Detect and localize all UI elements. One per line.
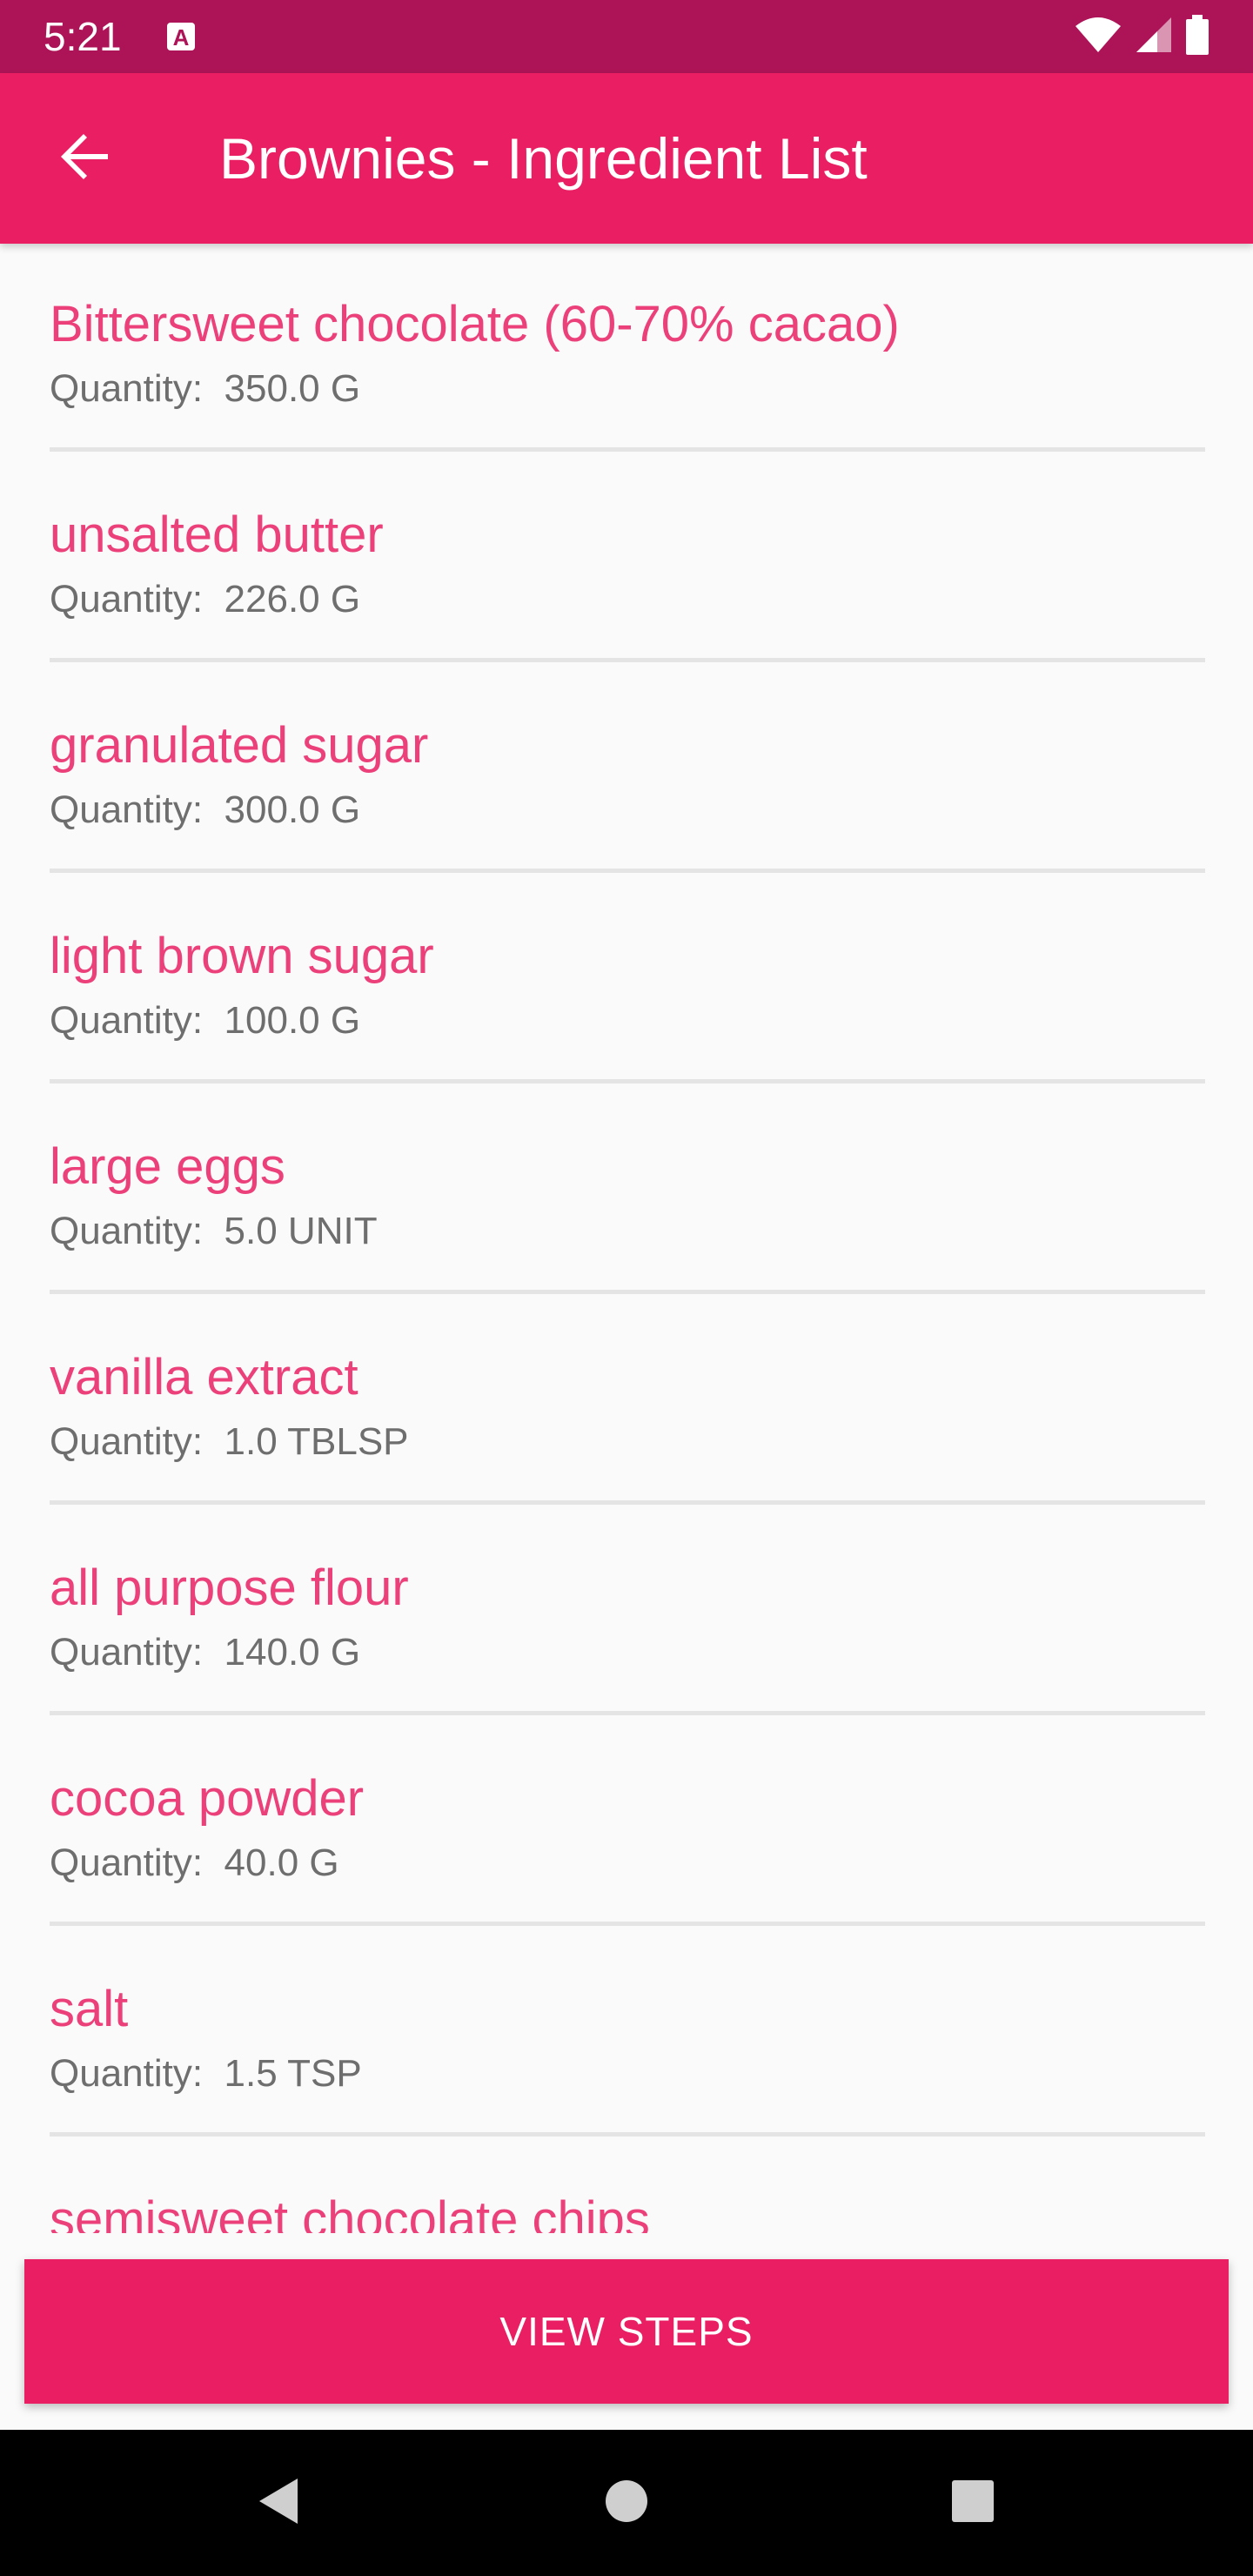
divider — [50, 2132, 1205, 2137]
back-button[interactable] — [44, 117, 127, 200]
ingredient-list[interactable]: Bittersweet chocolate (60-70% cacao) Qua… — [0, 244, 1253, 2233]
battery-icon — [1185, 14, 1209, 59]
ingredient-name: large eggs — [50, 1138, 285, 1195]
divider — [50, 1711, 1205, 1715]
divider — [50, 658, 1205, 662]
arrow-back-icon — [57, 129, 113, 189]
divider — [50, 1500, 1205, 1505]
status-time: 5:21 — [44, 14, 122, 59]
status-icons — [1074, 14, 1209, 59]
nav-home-button[interactable] — [553, 2430, 700, 2576]
list-item: large eggs Quantity: 5.0 UNIT — [50, 1086, 1205, 1297]
nav-back-button[interactable] — [205, 2430, 352, 2576]
ingredient-name: unsalted butter — [50, 506, 384, 563]
text-a-icon: A — [165, 21, 197, 52]
list-item: salt Quantity: 1.5 TSP — [50, 1929, 1205, 2139]
view-steps-button[interactable]: VIEW STEPS — [24, 2259, 1229, 2404]
status-bar: 5:21 A — [0, 0, 1253, 73]
list-item: Bittersweet chocolate (60-70% cacao) Qua… — [50, 244, 1205, 454]
ingredient-name: salt — [50, 1981, 129, 2037]
ingredient-name: granulated sugar — [50, 717, 429, 774]
ingredient-quantity: Quantity: 100.0 G — [50, 999, 361, 1042]
ingredient-quantity: Quantity: 226.0 G — [50, 578, 361, 621]
navigation-bar — [0, 2430, 1253, 2576]
divider — [50, 1922, 1205, 1926]
list-item: granulated sugar Quantity: 300.0 G — [50, 665, 1205, 875]
nav-recents-button[interactable] — [900, 2430, 1046, 2576]
divider — [50, 1079, 1205, 1083]
ingredient-quantity: Quantity: 5.0 UNIT — [50, 1210, 378, 1252]
ingredient-name: vanilla extract — [50, 1349, 358, 1405]
divider — [50, 869, 1205, 873]
ingredient-quantity: Quantity: 300.0 G — [50, 788, 361, 831]
screen: 5:21 A Brownies - Ingredient List Bitter… — [0, 0, 1253, 2576]
ingredient-name: cocoa powder — [50, 1770, 365, 1827]
nav-back-icon — [254, 2475, 303, 2532]
ingredient-name: light brown sugar — [50, 928, 434, 984]
list-item: cocoa powder Quantity: 40.0 G — [50, 1718, 1205, 1929]
list-item: all purpose flour Quantity: 140.0 G — [50, 1507, 1205, 1718]
nav-recents-icon — [950, 2479, 995, 2528]
ingredient-name: Bittersweet chocolate (60-70% cacao) — [50, 296, 900, 352]
nav-home-icon — [604, 2479, 649, 2528]
ingredient-name: all purpose flour — [50, 1560, 409, 1616]
list-item: vanilla extract Quantity: 1.0 TBLSP — [50, 1297, 1205, 1507]
page-title: Brownies - Ingredient List — [219, 126, 868, 191]
list-item: semisweet chocolate chips — [50, 2139, 1205, 2233]
cell-signal-icon — [1135, 16, 1173, 58]
ingredient-name: semisweet chocolate chips — [50, 2191, 650, 2233]
list-item: light brown sugar Quantity: 100.0 G — [50, 875, 1205, 1086]
svg-text:A: A — [173, 24, 190, 50]
ingredient-quantity: Quantity: 350.0 G — [50, 367, 361, 410]
list-item: unsalted butter Quantity: 226.0 G — [50, 454, 1205, 665]
divider — [50, 1290, 1205, 1294]
ingredient-quantity: Quantity: 40.0 G — [50, 1841, 339, 1884]
ingredient-quantity: Quantity: 1.0 TBLSP — [50, 1420, 409, 1463]
wifi-icon — [1074, 16, 1122, 58]
ingredient-quantity: Quantity: 1.5 TSP — [50, 2052, 362, 2095]
divider — [50, 447, 1205, 452]
ingredient-quantity: Quantity: 140.0 G — [50, 1631, 361, 1674]
app-bar: Brownies - Ingredient List — [0, 73, 1253, 244]
